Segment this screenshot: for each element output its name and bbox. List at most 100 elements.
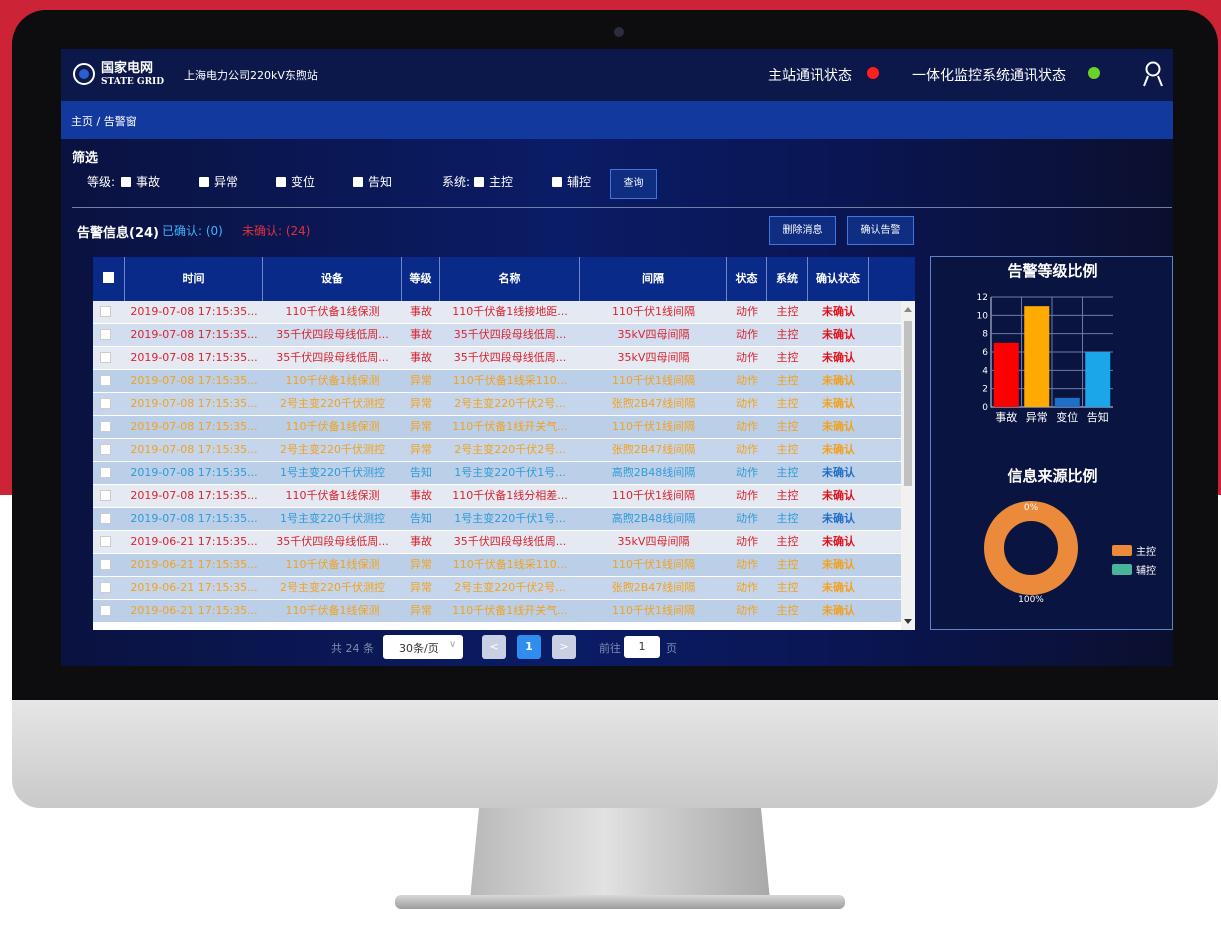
cell-state: 动作 xyxy=(736,397,758,410)
bar-0 xyxy=(993,342,1019,407)
table-row[interactable]: 2019-06-21 17:15:35... 2号主变220千伏测控 异常 2号主变2… xyxy=(93,577,901,599)
cell-system: 主控 xyxy=(776,489,799,502)
query-button[interactable]: 查询 xyxy=(610,169,657,199)
cell-bay: 110千伏1线间隔 xyxy=(612,604,695,617)
cell-system: 主控 xyxy=(776,443,799,456)
table-row[interactable]: 2019-07-08 17:15:35... 1号主变220千伏测控 告知 1号主变2… xyxy=(93,508,901,530)
monitor-system-status-dot xyxy=(1088,67,1100,79)
row-checkbox[interactable] xyxy=(100,329,111,340)
page-size-select[interactable]: 30条/页 ∨ xyxy=(383,635,463,659)
table-row[interactable]: 2019-07-08 17:15:35... 1号主变220千伏测控 告知 1号主变2… xyxy=(93,462,901,484)
row-checkbox[interactable] xyxy=(100,559,111,570)
level-checkbox-abnormal[interactable]: 异常 xyxy=(199,173,238,190)
scroll-up-icon[interactable] xyxy=(904,307,912,312)
table-row[interactable]: 2019-07-08 17:15:35... 110千伏备1线保测 事故 110千伏备… xyxy=(93,485,901,507)
cell-name: 1号主变220千伏1号... xyxy=(454,466,566,479)
cell-ack: 未确认 xyxy=(822,305,855,318)
cell-name: 110千伏备1线采110... xyxy=(452,374,568,387)
table-row[interactable]: 2019-06-21 17:15:35... 110千伏备1线保测 异常 110千伏备… xyxy=(93,554,901,576)
row-checkbox[interactable] xyxy=(100,421,111,432)
system-checkbox-aux[interactable]: 辅控 xyxy=(552,173,591,190)
cell-name: 2号主变220千伏2号... xyxy=(454,443,566,456)
row-checkbox[interactable] xyxy=(100,513,111,524)
breadcrumb[interactable]: 主页 / 告警窗 xyxy=(71,113,137,129)
row-checkbox[interactable] xyxy=(100,444,111,455)
cell-bay: 高煦2B48线间隔 xyxy=(611,466,696,479)
cell-time: 2019-07-08 17:15:35... xyxy=(130,305,258,318)
table-row[interactable]: 2019-07-08 17:15:35... 110千伏备1线保测 事故 110千伏备… xyxy=(93,301,901,323)
table-row[interactable]: 2019-07-08 17:15:35... 2号主变220千伏测控 异常 2号主变2… xyxy=(93,439,901,461)
row-checkbox[interactable] xyxy=(100,352,111,363)
select-all-cell[interactable] xyxy=(93,257,125,301)
row-checkbox[interactable] xyxy=(100,467,111,478)
cell-device: 110千伏备1线保测 xyxy=(285,305,380,318)
delete-message-button[interactable]: 删除消息 xyxy=(769,216,836,245)
cell-bay: 110千伏1线间隔 xyxy=(612,420,695,433)
column-header-name: 名称 xyxy=(440,257,580,301)
scroll-thumb[interactable] xyxy=(904,321,912,486)
cell-device: 35千伏四段母线低周... xyxy=(276,328,389,341)
brand-name: 国家电网 xyxy=(101,61,154,76)
row-checkbox[interactable] xyxy=(100,582,111,593)
scroll-down-icon[interactable] xyxy=(904,619,912,624)
page-1-button[interactable]: 1 xyxy=(517,635,541,659)
row-checkbox[interactable] xyxy=(100,375,111,386)
monitor-stand xyxy=(470,808,770,900)
confirm-alarm-button[interactable]: 确认告警 xyxy=(847,216,914,245)
user-icon[interactable] xyxy=(1142,61,1164,87)
table-row[interactable]: 2019-07-08 17:15:35... 110千伏备1线保测 异常 110千伏备… xyxy=(93,370,901,392)
table-row[interactable]: 2019-07-08 17:15:35... 35千伏四段母线低周... 事故 35千… xyxy=(93,324,901,346)
system-checkbox-main[interactable]: 主控 xyxy=(474,173,513,190)
table-row[interactable]: 2019-07-08 17:15:35... 110千伏备1线保测 异常 110千伏备… xyxy=(93,416,901,438)
bar-1 xyxy=(1024,306,1050,407)
column-header-system: 系统 xyxy=(767,257,808,301)
unconfirmed-count: 未确认: (24) xyxy=(242,224,311,238)
statistics-panel: 告警等级比例 0 2 4 6 8 10 12 事故 异常 变位 告知 信息来源比例 100% 0% 主… xyxy=(930,256,1173,630)
cell-system: 主控 xyxy=(776,305,799,318)
brand-name-en: STATE GRID xyxy=(101,77,165,87)
cell-level: 异常 xyxy=(410,374,432,387)
level-checkbox-accident[interactable]: 事故 xyxy=(121,173,160,190)
cell-device: 2号主变220千伏测控 xyxy=(280,443,385,456)
row-checkbox[interactable] xyxy=(100,306,111,317)
cell-time: 2019-07-08 17:15:35... xyxy=(130,328,258,341)
select-all-checkbox[interactable] xyxy=(103,272,114,283)
prev-page-button[interactable]: < xyxy=(482,635,506,659)
cell-level: 异常 xyxy=(410,443,432,456)
cell-system: 主控 xyxy=(776,374,799,387)
app-screen: 国家电网 STATE GRID 上海电力公司220kV东煦站 主站通讯状态 一体… xyxy=(61,49,1173,666)
cell-state: 动作 xyxy=(736,535,758,548)
level-checkbox-notice[interactable]: 告知 xyxy=(353,173,392,190)
cell-state: 动作 xyxy=(736,558,758,571)
main-station-status-label: 主站通讯状态 xyxy=(768,68,852,84)
table-row[interactable]: 2019-07-08 17:15:35... 35千伏四段母线低周... 事故 35千… xyxy=(93,347,901,369)
cell-state: 动作 xyxy=(736,581,758,594)
cell-ack: 未确认 xyxy=(822,328,855,341)
table-scrollbar[interactable] xyxy=(901,301,915,630)
next-page-button[interactable]: > xyxy=(552,635,576,659)
table-row[interactable]: 2019-06-21 17:15:35... 35千伏四段母线低周... 事故 35千… xyxy=(93,531,901,553)
row-checkbox[interactable] xyxy=(100,398,111,409)
level-checkbox-change[interactable]: 变位 xyxy=(276,173,315,190)
legend-main: 主控 xyxy=(1112,543,1156,558)
cell-device: 2号主变220千伏测控 xyxy=(280,581,385,594)
row-checkbox[interactable] xyxy=(100,490,111,501)
cell-state: 动作 xyxy=(736,351,758,364)
row-checkbox[interactable] xyxy=(100,605,111,616)
table-row[interactable]: 2019-06-21 17:15:35... 110千伏备1线保测 异常 110千伏备… xyxy=(93,600,901,622)
row-checkbox[interactable] xyxy=(100,536,111,547)
cell-ack: 未确认 xyxy=(822,558,855,571)
goto-page-input[interactable]: 1 xyxy=(624,636,660,658)
cell-level: 告知 xyxy=(410,466,432,479)
cell-state: 动作 xyxy=(736,489,758,502)
pagination-total: 共 24 条 xyxy=(331,642,374,655)
cell-bay: 张煦2B47线间隔 xyxy=(611,397,696,410)
level-label: 等级: xyxy=(87,175,116,189)
cell-device: 35千伏四段母线低周... xyxy=(276,535,389,548)
cell-level: 事故 xyxy=(410,535,432,548)
cell-ack: 未确认 xyxy=(822,604,855,617)
table-row[interactable]: 2019-07-08 17:15:35... 2号主变220千伏测控 异常 2号主变2… xyxy=(93,393,901,415)
cell-device: 110千伏备1线保测 xyxy=(285,604,380,617)
cell-time: 2019-07-08 17:15:35... xyxy=(130,374,258,387)
top-header: 国家电网 STATE GRID 上海电力公司220kV东煦站 主站通讯状态 一体… xyxy=(61,49,1173,101)
